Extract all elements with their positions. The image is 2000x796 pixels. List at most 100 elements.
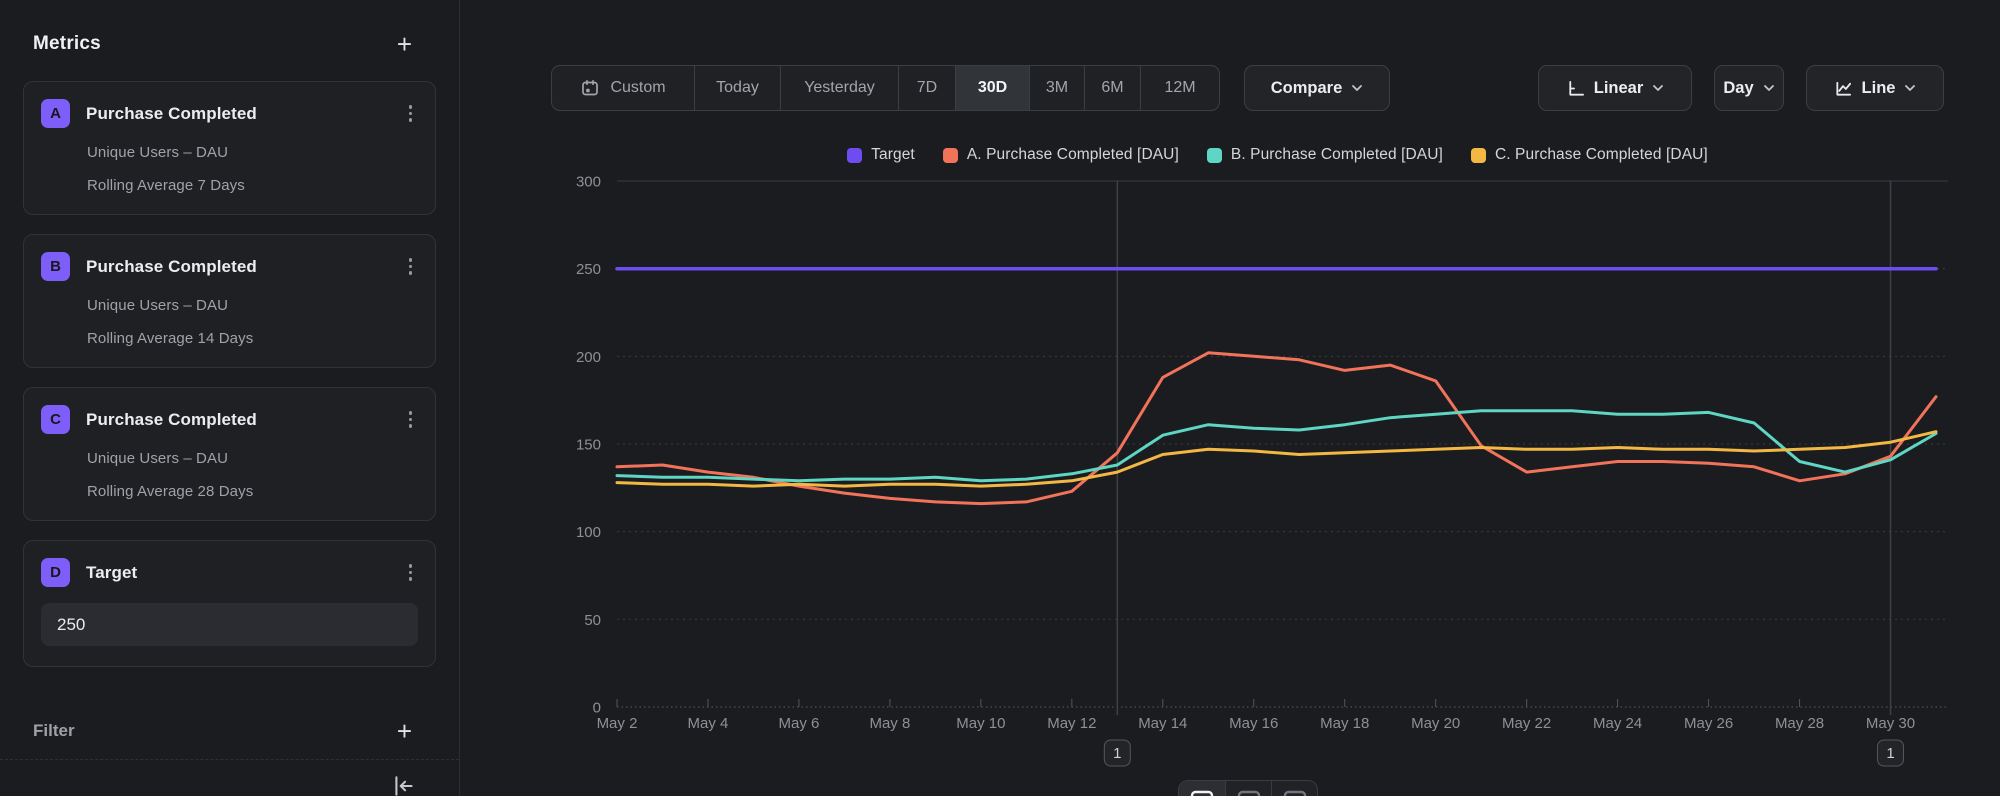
chart-type-label: Line bbox=[1862, 79, 1896, 98]
metric-card-b[interactable]: BPurchase CompletedUnique Users – DAURol… bbox=[23, 234, 436, 368]
view-toggle-group bbox=[1178, 780, 1318, 796]
legend-swatch bbox=[1471, 148, 1486, 163]
x-axis-label: May 30 bbox=[1866, 715, 1915, 732]
legend-item[interactable]: B. Purchase Completed [DAU] bbox=[1207, 146, 1443, 164]
range-7d[interactable]: 7D bbox=[898, 66, 955, 110]
compare-button[interactable]: Compare bbox=[1244, 65, 1390, 111]
x-axis-label: May 2 bbox=[597, 715, 638, 732]
metric-card-header: B Purchase Completed bbox=[41, 252, 418, 281]
metric-card-header: C Purchase Completed bbox=[41, 405, 418, 434]
kebab-menu-icon[interactable] bbox=[403, 101, 419, 126]
table-view-icon bbox=[1236, 787, 1262, 796]
target-title: Target bbox=[86, 563, 137, 583]
chart-panel: Target A. Purchase Completed [DAU] B. Purc… bbox=[460, 130, 2000, 796]
range-6m[interactable]: 6M bbox=[1084, 66, 1140, 110]
y-axis-label: 50 bbox=[584, 612, 601, 629]
legend-swatch bbox=[1207, 148, 1222, 163]
kebab-menu-icon[interactable] bbox=[403, 407, 419, 432]
chart-view-icon bbox=[1189, 787, 1215, 796]
metrics-sidebar: Metrics + APurchase CompletedUnique User… bbox=[0, 0, 460, 796]
filter-section: Filter + bbox=[33, 721, 412, 741]
series-line-b[interactable] bbox=[617, 411, 1936, 481]
scale-selector-button[interactable]: Linear bbox=[1538, 65, 1692, 111]
range-label: 7D bbox=[917, 79, 937, 97]
target-card-header: D Target bbox=[41, 558, 418, 587]
legend-swatch bbox=[943, 148, 958, 163]
y-axis-label: 300 bbox=[576, 174, 601, 191]
y-axis-label: 250 bbox=[576, 261, 601, 278]
x-axis-label: May 26 bbox=[1684, 715, 1733, 732]
calendar-icon bbox=[580, 78, 600, 98]
metric-badge: B bbox=[41, 252, 70, 281]
legend-label: Target bbox=[871, 146, 915, 164]
metric-measure: Unique Users – DAU bbox=[87, 297, 418, 314]
legend-label: B. Purchase Completed [DAU] bbox=[1231, 146, 1443, 164]
add-filter-icon[interactable]: + bbox=[397, 721, 412, 741]
interval-selector-button[interactable]: Day bbox=[1714, 65, 1784, 111]
x-axis-label: May 22 bbox=[1502, 715, 1551, 732]
kebab-menu-icon[interactable] bbox=[403, 560, 419, 585]
metric-badge: C bbox=[41, 405, 70, 434]
sidebar-title: Metrics bbox=[33, 33, 101, 55]
x-axis-label: May 10 bbox=[956, 715, 1005, 732]
range-30d[interactable]: 30D bbox=[955, 66, 1029, 110]
legend-item[interactable]: A. Purchase Completed [DAU] bbox=[943, 146, 1179, 164]
filter-title: Filter bbox=[33, 721, 75, 741]
card-view-icon bbox=[1282, 787, 1308, 796]
range-label: Custom bbox=[610, 79, 665, 97]
line-chart-icon bbox=[1834, 79, 1853, 98]
x-axis-label: May 18 bbox=[1320, 715, 1369, 732]
metric-card-a[interactable]: APurchase CompletedUnique Users – DAURol… bbox=[23, 81, 436, 215]
range-label: Today bbox=[716, 79, 759, 97]
range-label: 3M bbox=[1046, 79, 1068, 97]
sidebar-header: Metrics + bbox=[33, 33, 412, 55]
metric-card-c[interactable]: C Purchase Completed Unique Users – DAU Rol… bbox=[23, 387, 436, 521]
range-label: 6M bbox=[1101, 79, 1123, 97]
chart-type-selector-button[interactable]: Line bbox=[1806, 65, 1944, 111]
metric-title: Purchase Completed bbox=[86, 410, 257, 430]
x-axis-label: May 14 bbox=[1138, 715, 1187, 732]
chevron-down-icon bbox=[1904, 84, 1916, 92]
table-view-button[interactable] bbox=[1225, 781, 1271, 796]
kebab-menu-icon[interactable] bbox=[403, 254, 419, 279]
legend-label: A. Purchase Completed [DAU] bbox=[967, 146, 1179, 164]
add-metric-icon[interactable]: + bbox=[397, 34, 412, 54]
chevron-down-icon bbox=[1763, 84, 1775, 92]
legend-item[interactable]: Target bbox=[847, 146, 915, 164]
compare-label: Compare bbox=[1271, 79, 1343, 98]
legend-swatch bbox=[847, 148, 862, 163]
annotation-badge-label: 1 bbox=[1113, 745, 1121, 762]
chart-view-button[interactable] bbox=[1179, 781, 1225, 796]
legend-item[interactable]: C. Purchase Completed [DAU] bbox=[1471, 146, 1708, 164]
chevron-down-icon bbox=[1351, 84, 1363, 92]
chart-legend: Target A. Purchase Completed [DAU] B. Purc… bbox=[617, 146, 1938, 164]
metric-measure: Unique Users – DAU bbox=[87, 450, 418, 467]
range-custom[interactable]: Custom bbox=[552, 66, 694, 110]
x-axis-label: May 8 bbox=[869, 715, 910, 732]
chevron-down-icon bbox=[1652, 84, 1664, 92]
range-today[interactable]: Today bbox=[694, 66, 780, 110]
series-line-c[interactable] bbox=[617, 432, 1936, 486]
target-badge: D bbox=[41, 558, 70, 587]
range-yesterday[interactable]: Yesterday bbox=[780, 66, 898, 110]
y-axis-label: 200 bbox=[576, 349, 601, 366]
metric-window: Rolling Average 28 Days bbox=[87, 483, 418, 500]
interval-label: Day bbox=[1723, 79, 1753, 98]
range-label: Yesterday bbox=[804, 79, 875, 97]
target-value-input[interactable]: 250 bbox=[41, 603, 418, 646]
range-label: 12M bbox=[1164, 79, 1195, 97]
metric-card-header: APurchase Completed bbox=[41, 99, 418, 128]
annotation-badge-label: 1 bbox=[1886, 745, 1894, 762]
target-card[interactable]: D Target 250 bbox=[23, 540, 436, 667]
sidebar-divider bbox=[0, 759, 459, 760]
range-3m[interactable]: 3M bbox=[1029, 66, 1084, 110]
range-label: 30D bbox=[978, 79, 1007, 97]
x-axis-label: May 24 bbox=[1593, 715, 1642, 732]
collapse-sidebar-icon[interactable] bbox=[391, 773, 417, 796]
line-chart[interactable]: 050100150200250300May 2May 4May 6May 8Ma… bbox=[460, 130, 2000, 796]
card-view-button[interactable] bbox=[1271, 781, 1317, 796]
range-12m[interactable]: 12M bbox=[1140, 66, 1219, 110]
metric-badge: A bbox=[41, 99, 70, 128]
metric-title: Purchase Completed bbox=[86, 257, 257, 277]
x-axis-label: May 4 bbox=[688, 715, 729, 732]
